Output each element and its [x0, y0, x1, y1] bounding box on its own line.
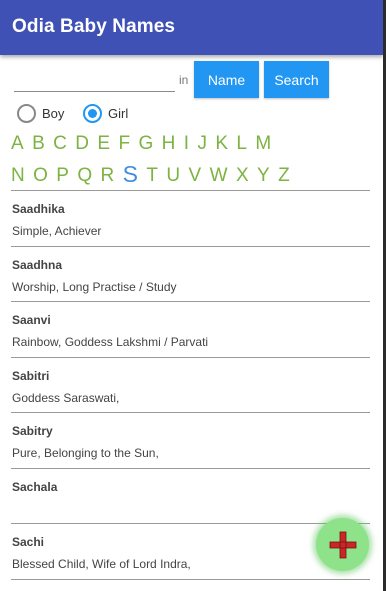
boy-radio[interactable]: Boy — [17, 104, 64, 123]
letter-r[interactable]: R — [101, 165, 115, 188]
app-bar: Odia Baby Names — [0, 0, 383, 55]
letter-j[interactable]: J — [197, 133, 207, 155]
letter-t[interactable]: T — [146, 165, 158, 188]
search-input[interactable] — [14, 66, 175, 92]
list-item[interactable]: Sabitry Pure, Belonging to the Sun, — [0, 413, 383, 469]
search-button[interactable]: Search — [264, 61, 329, 98]
letter-f[interactable]: F — [118, 133, 130, 155]
alphabet-row-2: NOPQRSTUVWXYZ — [11, 161, 298, 188]
letter-u[interactable]: U — [166, 165, 180, 188]
letter-q[interactable]: Q — [77, 165, 92, 188]
name-meaning: Pure, Belonging to the Sun, — [12, 446, 159, 460]
in-label: in — [179, 73, 189, 87]
baby-name: Saadhna — [12, 257, 63, 272]
baby-name: Sabitry — [12, 424, 53, 438]
list-item[interactable]: Saadhna Worship, Long Practise / Study — [0, 247, 383, 302]
divider — [11, 578, 370, 580]
name-meaning: Blessed Child, Wife of Lord Indra, — [12, 557, 191, 571]
baby-name: Sabitri — [12, 368, 50, 383]
letter-n[interactable]: N — [11, 165, 25, 188]
letter-m[interactable]: M — [255, 133, 271, 155]
baby-name: Saadhika — [12, 202, 65, 216]
list-item[interactable]: Sachala — [0, 469, 383, 524]
letter-k[interactable]: K — [215, 133, 228, 155]
name-meaning: Worship, Long Practise / Study — [12, 279, 177, 294]
baby-name: Sachi — [12, 535, 45, 549]
name-button[interactable]: Name — [194, 61, 259, 98]
name-meaning: Simple, Achiever — [12, 224, 102, 238]
letter-b[interactable]: B — [32, 133, 45, 155]
letter-o[interactable]: O — [33, 165, 48, 188]
alphabet-row-1: ABCDEFGHIJKLM — [11, 133, 280, 155]
letter-a[interactable]: A — [11, 133, 24, 155]
name-meaning: Rainbow, Goddess Lakshmi / Parvati — [12, 335, 209, 349]
letter-z[interactable]: Z — [278, 165, 290, 188]
radio-circle[interactable] — [17, 104, 36, 123]
name-meaning: Goddess Saraswati, — [12, 390, 120, 405]
letter-c[interactable]: C — [53, 133, 67, 155]
plus-icon — [329, 531, 356, 558]
baby-name: Sachala — [12, 479, 58, 494]
list-item[interactable]: Saadhika Simple, Achiever — [0, 191, 383, 247]
letter-l[interactable]: L — [236, 133, 247, 155]
app-title: Odia Baby Names — [12, 16, 176, 37]
name-list: Saadhika Simple, Achiever Saadhna Worship, … — [0, 191, 383, 580]
letter-s[interactable]: S — [123, 161, 138, 188]
list-item[interactable]: Saanvi Rainbow, Goddess Lakshmi / Parvati — [0, 302, 383, 358]
girl-label: Girl — [108, 106, 129, 121]
letter-h[interactable]: H — [162, 133, 176, 155]
letter-w[interactable]: W — [210, 165, 228, 188]
girl-radio[interactable]: Girl — [83, 104, 128, 123]
letter-x[interactable]: X — [236, 165, 249, 188]
letter-v[interactable]: V — [189, 165, 202, 188]
letter-i[interactable]: I — [184, 133, 189, 155]
add-button[interactable] — [316, 518, 369, 571]
radio-circle-selected[interactable] — [83, 104, 102, 123]
letter-y[interactable]: Y — [257, 165, 270, 188]
boy-label: Boy — [42, 106, 65, 121]
letter-g[interactable]: G — [138, 133, 153, 155]
list-item[interactable]: Sabitri Goddess Saraswati, — [0, 358, 383, 413]
letter-p[interactable]: P — [56, 165, 69, 188]
letter-d[interactable]: D — [75, 133, 89, 155]
letter-e[interactable]: E — [97, 133, 110, 155]
baby-name: Saanvi — [12, 313, 51, 327]
